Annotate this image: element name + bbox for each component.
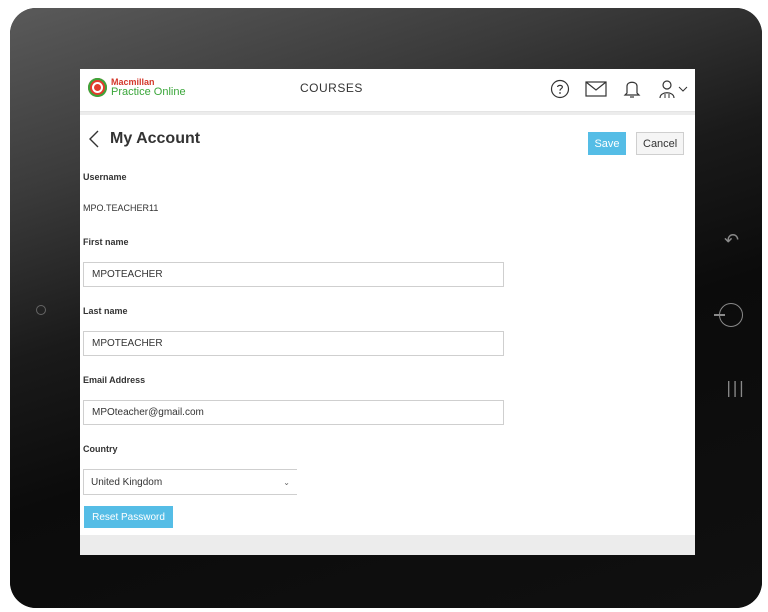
camera-dot-icon (36, 305, 46, 315)
back-button-icon[interactable]: ↶ (724, 230, 739, 251)
first-name-field[interactable] (83, 262, 504, 287)
brand-name: Macmillan Practice Online (111, 77, 186, 98)
username-label: Username (83, 172, 127, 182)
brand-logo-icon (88, 77, 107, 97)
email-label: Email Address (83, 375, 146, 385)
chevron-down-icon: ⌄ (283, 477, 290, 487)
brand-logo[interactable]: Macmillan Practice Online (88, 77, 186, 98)
account-panel: My Account Save Cancel Username MPO.TEAC… (80, 115, 695, 535)
user-icon (659, 80, 675, 99)
country-select-value: United Kingdom (91, 476, 163, 488)
app-screen: Macmillan Practice Online COURSES My Acc… (80, 69, 695, 555)
chevron-down-icon (678, 86, 688, 92)
brand-line2: Practice Online (111, 86, 186, 98)
user-menu[interactable] (657, 78, 689, 100)
nav-courses-link[interactable]: COURSES (300, 81, 363, 95)
back-chevron-icon[interactable] (88, 129, 102, 149)
email-field[interactable] (83, 400, 504, 425)
top-icons (549, 78, 689, 100)
bell-icon[interactable] (621, 78, 643, 100)
last-name-label: Last name (83, 306, 128, 316)
first-name-label: First name (83, 237, 129, 247)
last-name-field[interactable] (83, 331, 504, 356)
page-header: My Account (88, 129, 200, 149)
home-button-icon[interactable] (714, 303, 743, 327)
username-value: MPO.TEACHER11 (83, 203, 159, 213)
save-button[interactable]: Save (588, 132, 626, 155)
country-label: Country (83, 444, 118, 454)
mail-icon[interactable] (585, 78, 607, 100)
help-icon[interactable] (549, 78, 571, 100)
recent-apps-icon[interactable]: ||| (726, 378, 745, 397)
cancel-button[interactable]: Cancel (636, 132, 684, 155)
reset-password-button[interactable]: Reset Password (84, 506, 173, 528)
top-bar: Macmillan Practice Online COURSES (80, 69, 695, 112)
page-title: My Account (110, 130, 201, 147)
country-select[interactable]: United Kingdom ⌄ (83, 469, 297, 495)
